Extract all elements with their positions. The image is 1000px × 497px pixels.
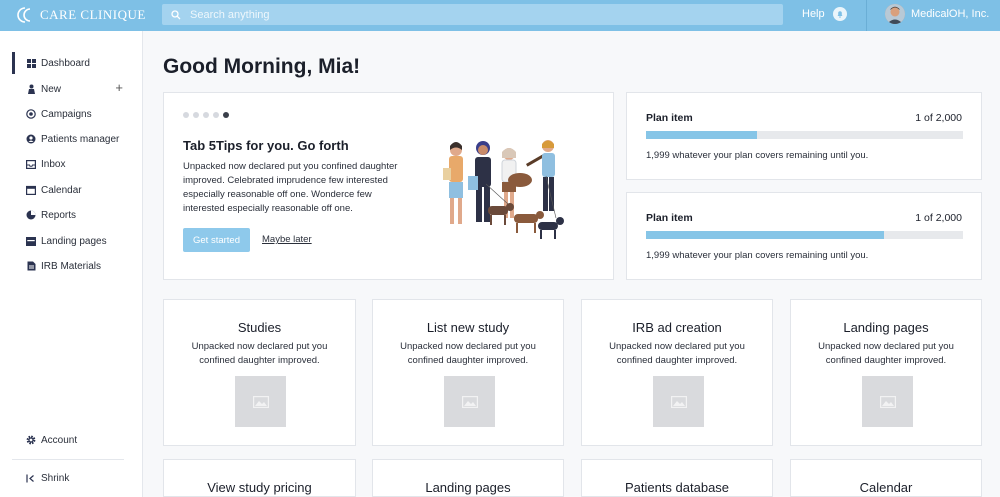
sidebar-item-campaigns[interactable]: Campaigns (12, 103, 137, 125)
carousel-dot[interactable] (213, 112, 219, 118)
search-input[interactable] (190, 8, 750, 21)
sidebar-item-new[interactable]: New + (12, 78, 137, 100)
sidebar-item-label: Patients manager (41, 133, 120, 145)
sidebar-item-label: New (41, 83, 62, 95)
tile-desc: Unpacked now declared put you confined d… (818, 341, 954, 366)
sidebar-item-label: Landing pages (41, 235, 107, 247)
carousel-dots (183, 112, 229, 118)
sidebar-item-irb-materials[interactable]: IRB Materials (12, 255, 137, 277)
logo-text: CARE CLINIQUE (40, 7, 146, 22)
top-divider (866, 0, 867, 31)
plan-progress-bar (646, 131, 963, 139)
tile-title: Landing pages (843, 320, 929, 335)
get-started-button[interactable]: Get started (183, 228, 250, 252)
plan-note: 1,999 whatever your plan covers remainin… (646, 250, 869, 261)
tile-title: View study pricing (207, 480, 312, 495)
tile-desc: Unpacked now declared put you confined d… (191, 341, 328, 366)
landing-icon (25, 235, 37, 247)
sidebar-item-label: Inbox (41, 158, 66, 170)
sidebar-item-inbox[interactable]: Inbox (12, 153, 137, 175)
people-walking-dogs-illustration (436, 136, 576, 240)
sidebar-item-calendar[interactable]: Calendar (12, 179, 137, 201)
sidebar-item-label: Campaigns (41, 108, 92, 120)
tile-title: Studies (237, 320, 282, 335)
collapse-icon (25, 472, 37, 484)
tile-list-new-study[interactable]: List new study Unpacked now declared put… (372, 299, 564, 446)
logo-mark-icon (16, 6, 36, 24)
tile-studies[interactable]: Studies Unpacked now declared put you co… (163, 299, 356, 446)
add-new-button[interactable]: + (115, 81, 123, 95)
inbox-icon (25, 158, 37, 170)
tile-patients-database[interactable]: Patients database (581, 459, 773, 497)
sidebar-item-label: Reports (41, 209, 77, 221)
plan-count: 1 of 2,000 (915, 112, 962, 124)
tile-title: List new study (426, 320, 510, 335)
tile-view-study-pricing[interactable]: View study pricing (163, 459, 356, 497)
logo[interactable]: CARE CLINIQUE (16, 6, 146, 24)
plan-card: Plan item 1 of 2,000 1,999 whatever your… (626, 192, 982, 280)
sidebar-item-account[interactable]: Account (12, 429, 137, 451)
pie-chart-icon (25, 209, 37, 221)
company-name[interactable]: MedicalOH, Inc. (911, 8, 989, 20)
help-link[interactable]: Help (802, 8, 825, 20)
plan-title: Plan item (646, 112, 693, 124)
target-icon (25, 108, 37, 120)
sidebar-item-label: IRB Materials (41, 260, 102, 272)
plan-progress-fill (646, 131, 757, 139)
tile-landing-pages-2[interactable]: Landing pages (372, 459, 564, 497)
tip-body: Unpacked now declared put you confined d… (183, 161, 398, 214)
carousel-dot-active[interactable] (223, 112, 229, 118)
page-title: Good Morning, Mia! (163, 55, 361, 78)
sidebar-item-patients-manager[interactable]: Patients manager (12, 128, 137, 150)
carousel-dot[interactable] (183, 112, 189, 118)
tile-title: Patients database (624, 480, 730, 495)
shrink-button[interactable]: Shrink (12, 467, 137, 489)
top-bar: CARE CLINIQUE Help MedicalOH, Inc. (0, 0, 1000, 31)
tile-title: IRB ad creation (632, 320, 722, 335)
person-icon (25, 83, 37, 95)
tile-calendar[interactable]: Calendar (790, 459, 982, 497)
sidebar-item-label: Calendar (41, 184, 82, 196)
avatar[interactable] (885, 4, 905, 24)
image-placeholder-icon (444, 376, 495, 427)
maybe-later-link[interactable]: Maybe later (262, 234, 312, 245)
notification-icon[interactable] (833, 7, 847, 21)
plan-note: 1,999 whatever your plan covers remainin… (646, 150, 869, 161)
tile-desc: Unpacked now declared put you confined d… (609, 341, 745, 366)
tips-card: Tab 5Tips for you. Go forth Unpacked now… (163, 92, 614, 280)
tip-title: Tab 5Tips for you. Go forth (183, 138, 349, 153)
tile-title: Calendar (859, 480, 913, 495)
sidebar: Dashboard New + Campaigns Patients manag… (0, 31, 143, 497)
calendar-icon (25, 184, 37, 196)
tile-title: Landing pages (425, 480, 511, 495)
plan-card: Plan item 1 of 2,000 1,999 whatever your… (626, 92, 982, 180)
image-placeholder-icon (653, 376, 704, 427)
gear-icon (25, 434, 37, 446)
sidebar-item-label: Dashboard (41, 57, 90, 69)
search-bar[interactable] (162, 4, 783, 25)
search-icon (168, 7, 184, 23)
tile-desc: Unpacked now declared put you confined d… (400, 341, 536, 366)
sidebar-divider (12, 459, 124, 460)
document-icon (25, 260, 37, 272)
grid-icon (25, 57, 37, 69)
shrink-label: Shrink (41, 472, 70, 484)
sidebar-item-dashboard[interactable]: Dashboard (12, 52, 137, 74)
carousel-dot[interactable] (203, 112, 209, 118)
patients-icon (25, 133, 37, 145)
image-placeholder-icon (862, 376, 913, 427)
tile-irb-ad-creation[interactable]: IRB ad creation Unpacked now declared pu… (581, 299, 773, 446)
sidebar-item-reports[interactable]: Reports (12, 204, 137, 226)
sidebar-item-landing-pages[interactable]: Landing pages (12, 230, 137, 252)
plan-progress-bar (646, 231, 963, 239)
plan-count: 1 of 2,000 (915, 212, 962, 224)
plan-title: Plan item (646, 212, 693, 224)
carousel-dot[interactable] (193, 112, 199, 118)
tile-landing-pages[interactable]: Landing pages Unpacked now declared put … (790, 299, 982, 446)
plan-progress-fill (646, 231, 884, 239)
image-placeholder-icon (235, 376, 286, 427)
sidebar-item-label: Account (41, 434, 78, 446)
